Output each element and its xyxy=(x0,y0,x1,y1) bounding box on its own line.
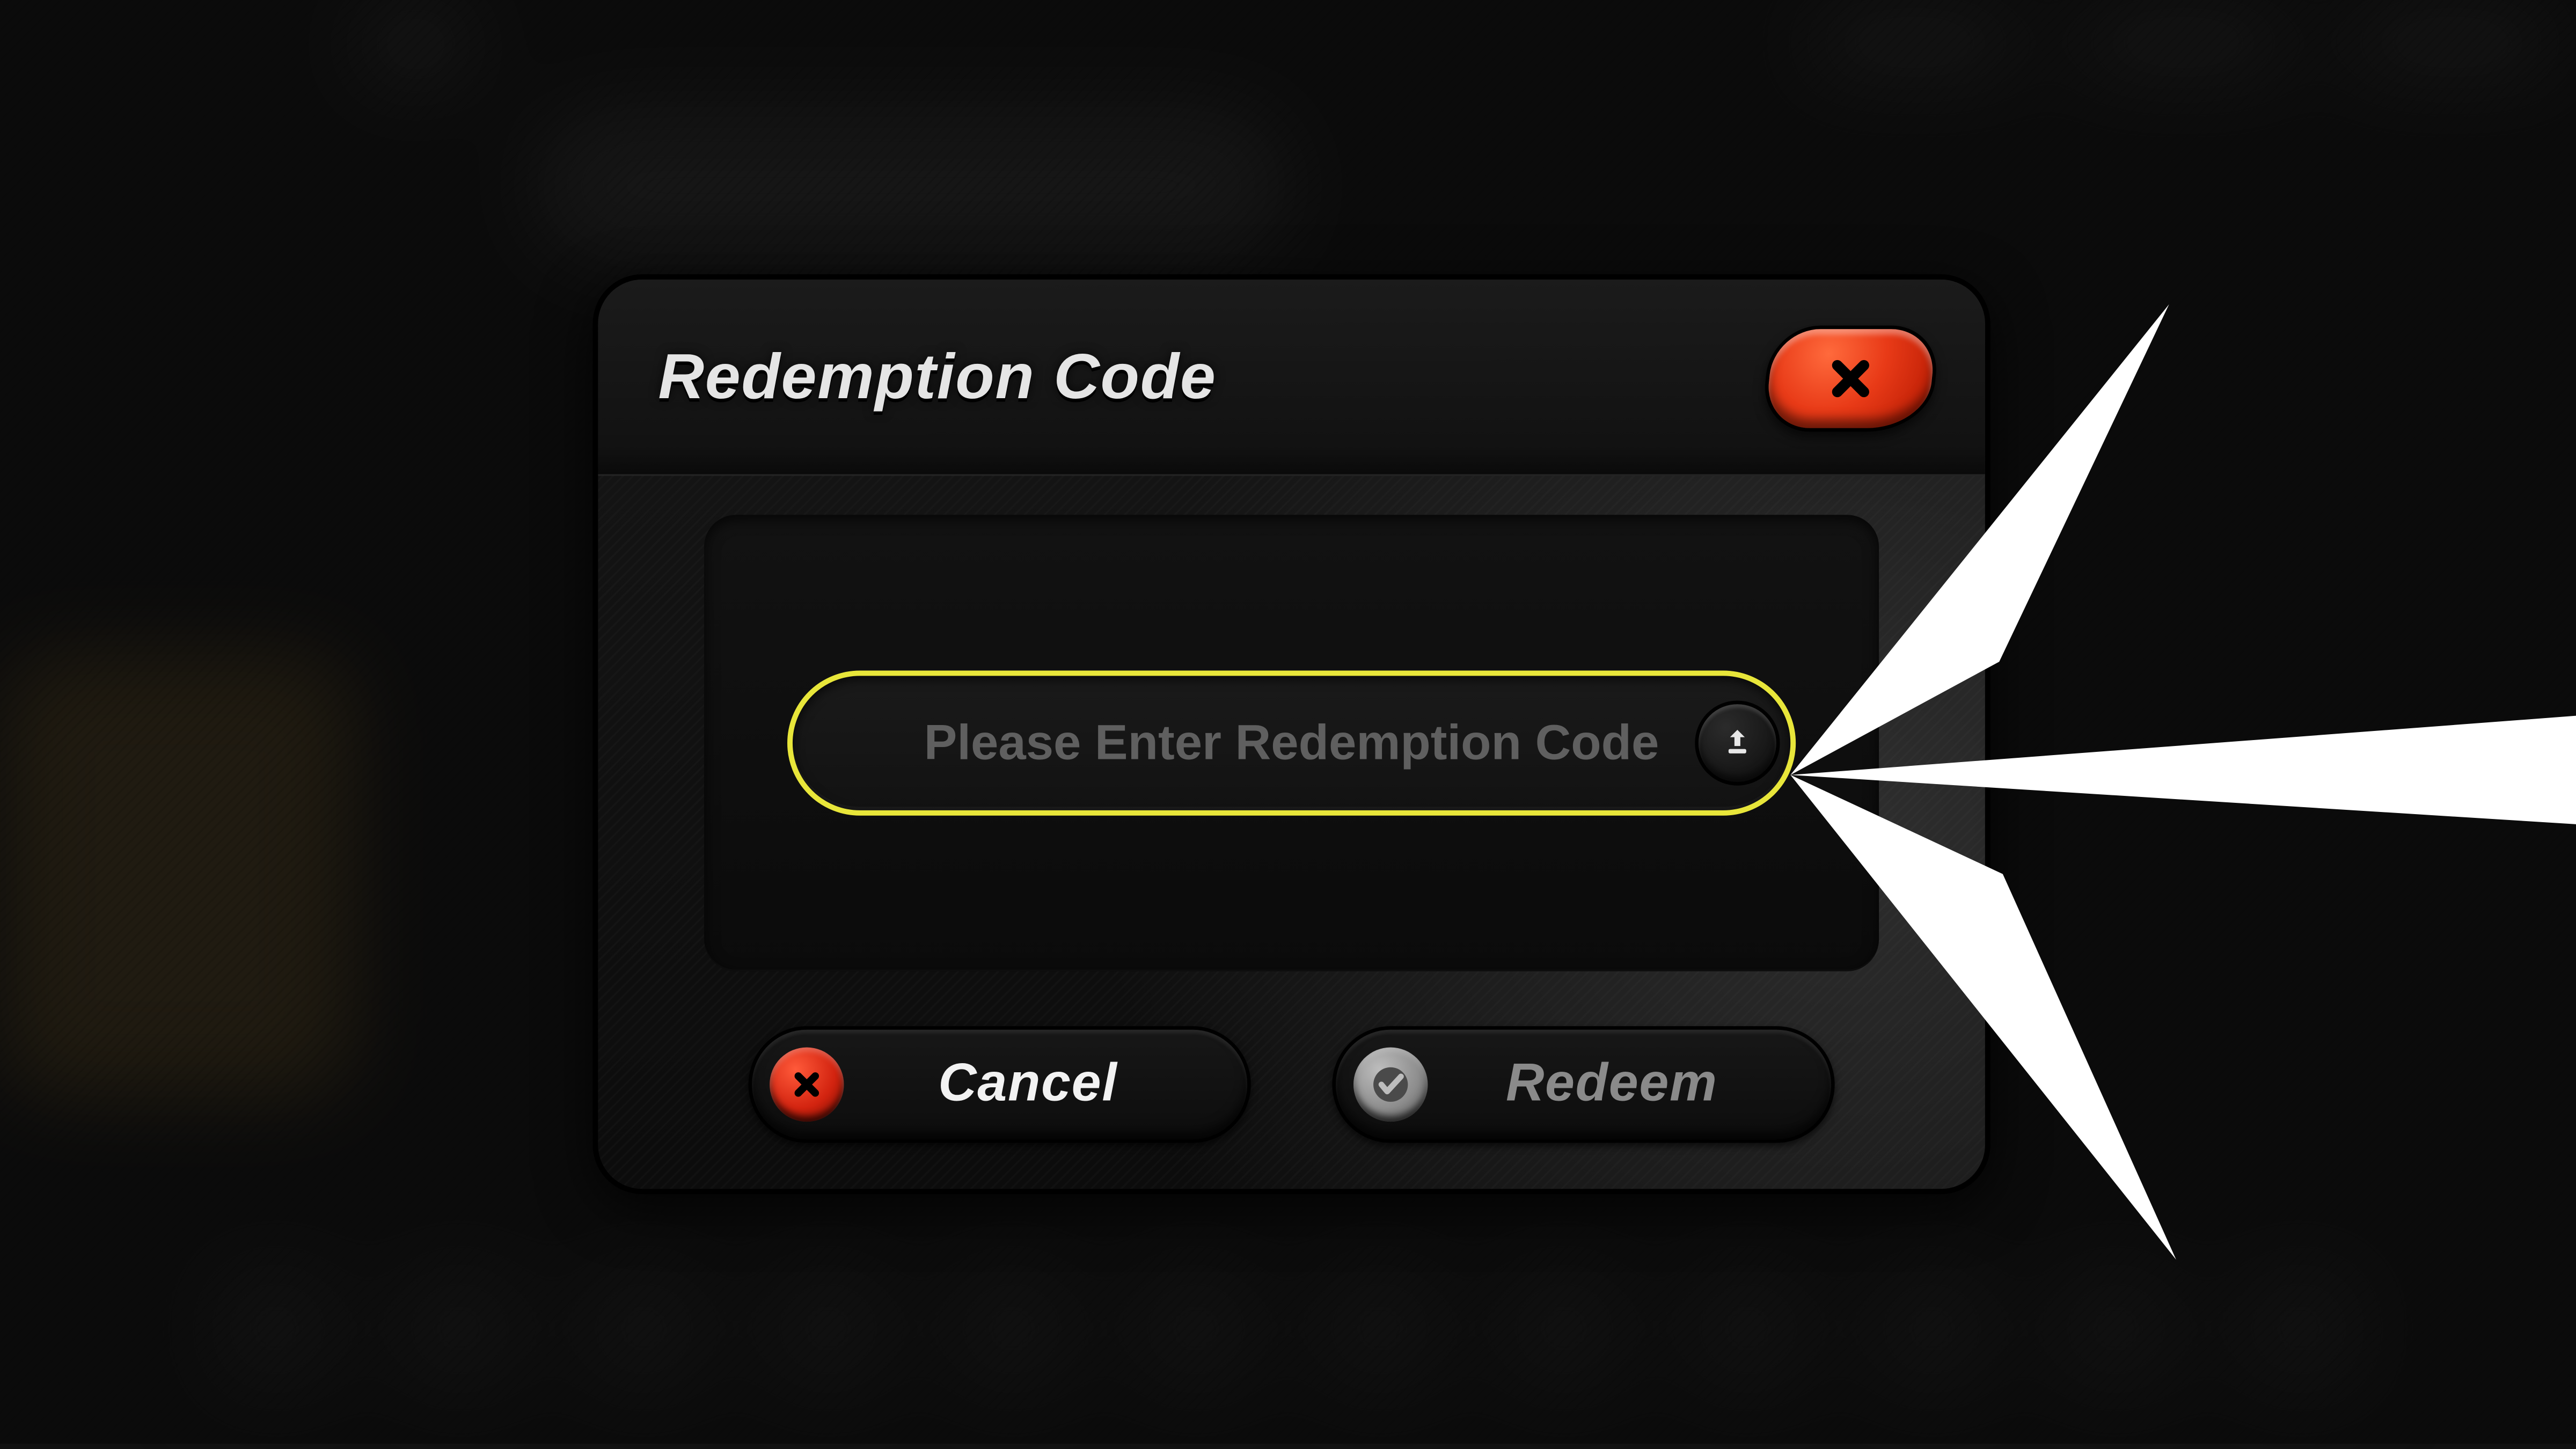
upload-icon xyxy=(1719,726,1755,761)
cancel-icon xyxy=(770,1048,844,1122)
cancel-button-label: Cancel xyxy=(844,1055,1248,1115)
modal-body: Please Enter Redemption Code xyxy=(704,515,1879,971)
modal-title: Redemption Code xyxy=(658,340,1216,414)
input-placeholder: Please Enter Redemption Code xyxy=(811,715,1773,772)
cancel-button[interactable]: Cancel xyxy=(749,1026,1251,1143)
check-icon xyxy=(1353,1048,1428,1122)
modal-header: Redemption Code xyxy=(598,280,1985,476)
redemption-code-input[interactable]: Please Enter Redemption Code xyxy=(787,670,1796,815)
close-icon xyxy=(1824,352,1877,405)
close-button[interactable] xyxy=(1760,326,1941,432)
redeem-button-label: Redeem xyxy=(1428,1055,1831,1115)
paste-button[interactable] xyxy=(1695,700,1780,785)
redeem-button[interactable]: Redeem xyxy=(1332,1026,1834,1143)
modal-actions: Cancel Redeem xyxy=(598,1026,1985,1143)
redemption-code-modal: Redemption Code Please Enter Redemption … xyxy=(592,274,1990,1194)
